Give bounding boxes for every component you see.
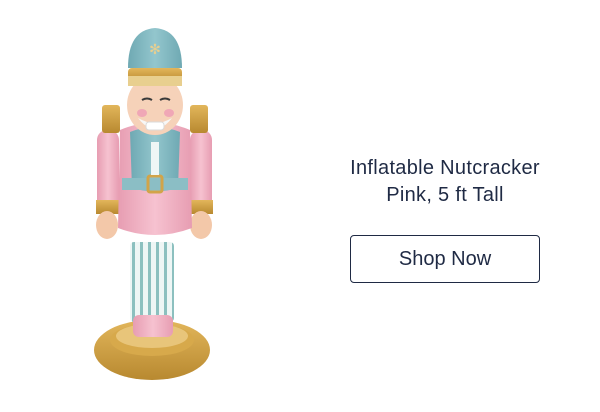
product-title: Inflatable Nutcracker Pink, 5 ft Tall	[315, 155, 575, 209]
product-title-line2: Pink, 5 ft Tall	[386, 184, 504, 206]
product-title-line1: Inflatable Nutcracker	[350, 157, 540, 179]
product-info: Inflatable Nutcracker Pink, 5 ft Tall	[315, 155, 575, 209]
shop-now-button[interactable]: Shop Now	[350, 235, 540, 283]
product-card: ✻ Inflatable Nutcracker Pink, 5 ft Tall …	[0, 0, 600, 412]
nutcracker-product-image[interactable]: ✻	[60, 10, 260, 402]
svg-text:✻: ✻	[149, 42, 161, 58]
shop-now-label: Shop Now	[398, 247, 492, 270]
